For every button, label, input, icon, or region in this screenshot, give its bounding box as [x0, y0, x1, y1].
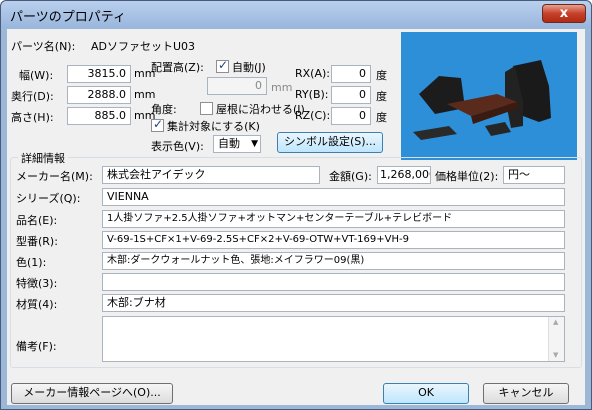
sofa-preview-image — [413, 60, 551, 140]
roof-align-label: 屋根に沿わせる(I) — [216, 103, 305, 116]
maker-info-page-button[interactable]: メーカー情報ページへ(O)... — [11, 383, 173, 404]
rx-unit: 度 — [376, 69, 387, 82]
ry-label: RY(B): — [295, 88, 329, 101]
rx-label: RX(A): — [295, 67, 330, 80]
product-name-input[interactable]: 1人掛ソファ+2.5人掛ソファ+オットマン+センターテーブル+テレビボード — [102, 210, 565, 228]
material-label: 材質(4): — [16, 298, 58, 311]
placement-height-label: 配置高(Z): — [151, 61, 204, 74]
width-input[interactable]: 3815.0 — [67, 65, 131, 83]
parts-preview — [401, 32, 577, 160]
model-label: 型番(R): — [16, 235, 58, 248]
placement-auto-label: 自動(J) — [232, 61, 266, 74]
angle-label: 角度: — [151, 103, 177, 116]
note-label: 備考(F): — [16, 340, 57, 353]
symbol-settings-button[interactable]: シンボル設定(S)... — [277, 132, 383, 153]
title-bar[interactable]: パーツのプロパティ x — [1, 1, 591, 28]
parts-name-value: ADソファセットU03 — [91, 40, 196, 53]
price-input[interactable]: 1,268,000 — [377, 166, 431, 184]
ry-unit: 度 — [376, 90, 387, 103]
rz-unit: 度 — [376, 111, 387, 124]
product-name-label: 品名(E): — [16, 214, 58, 227]
cancel-button[interactable]: キャンセル — [483, 383, 569, 404]
detail-info-title: 詳細情報 — [18, 150, 68, 166]
display-color-value: 自動 — [218, 137, 240, 150]
scroll-up-icon: ▲ — [553, 318, 559, 326]
placement-height-input[interactable]: 0 — [207, 77, 267, 95]
ry-input[interactable]: 0 — [331, 86, 371, 104]
close-button[interactable]: x — [542, 4, 586, 23]
depth-unit: mm — [134, 88, 156, 101]
parts-name-label: パーツ名(N): — [11, 40, 76, 53]
scroll-down-icon: ▼ — [553, 351, 559, 359]
close-icon: x — [559, 6, 569, 21]
properties-dialog: パーツのプロパティ x パーツ名(N): ADソファセットU03 幅(W): 3… — [0, 0, 592, 410]
price-unit-label: 価格単位(2): — [435, 170, 499, 183]
rz-input[interactable]: 0 — [331, 107, 371, 125]
ok-button[interactable]: OK — [383, 383, 469, 404]
series-input[interactable]: VIENNA — [102, 188, 565, 206]
aggregate-checkbox[interactable] — [151, 117, 164, 132]
width-label: 幅(W): — [19, 69, 54, 82]
maker-input[interactable]: 株式会社アイデック — [102, 166, 320, 184]
dialog-title: パーツのプロパティ — [10, 10, 126, 25]
color-input[interactable]: 木部:ダークウォールナット色、張地:メイフラワー09(黒) — [102, 252, 565, 270]
chevron-down-icon: ▼ — [251, 139, 258, 149]
height-label: 高さ(H): — [11, 111, 54, 124]
roof-align-checkbox[interactable] — [200, 102, 213, 115]
display-color-label: 表示色(V): — [151, 140, 204, 153]
aggregate-label: 集計対象にする(K) — [167, 120, 260, 133]
maker-label: メーカー名(M): — [16, 170, 93, 183]
rx-input[interactable]: 0 — [331, 65, 371, 83]
feature-label: 特徴(3): — [16, 277, 58, 290]
note-scrollbar[interactable]: ▲ ▼ — [548, 317, 564, 361]
dialog-body: パーツ名(N): ADソファセットU03 幅(W): 3815.0 mm 奥行(… — [7, 29, 585, 405]
height-input[interactable]: 885.0 — [67, 107, 131, 125]
feature-input[interactable] — [102, 273, 565, 291]
placement-height-unit: mm — [271, 81, 293, 94]
material-input[interactable]: 木部:ブナ材 — [102, 294, 565, 312]
series-label: シリーズ(Q): — [16, 192, 81, 205]
color-label: 色(1): — [16, 256, 47, 269]
model-input[interactable]: V-69-1S+CF×1+V-69-2.5S+CF×2+V-69-OTW+VT-… — [102, 231, 565, 249]
price-label: 金額(G): — [329, 170, 372, 183]
note-textarea[interactable] — [102, 316, 565, 362]
display-color-select[interactable]: 自動 ▼ — [213, 135, 261, 153]
depth-label: 奥行(D): — [11, 90, 54, 103]
depth-input[interactable]: 2888.0 — [67, 86, 131, 104]
detail-info-group: 詳細情報 メーカー名(M): 株式会社アイデック 金額(G): 1,268,00… — [10, 150, 582, 368]
placement-auto-checkbox[interactable] — [216, 58, 229, 73]
price-unit-input[interactable]: 円～ — [503, 166, 565, 184]
rz-label: RZ(C): — [295, 109, 331, 122]
